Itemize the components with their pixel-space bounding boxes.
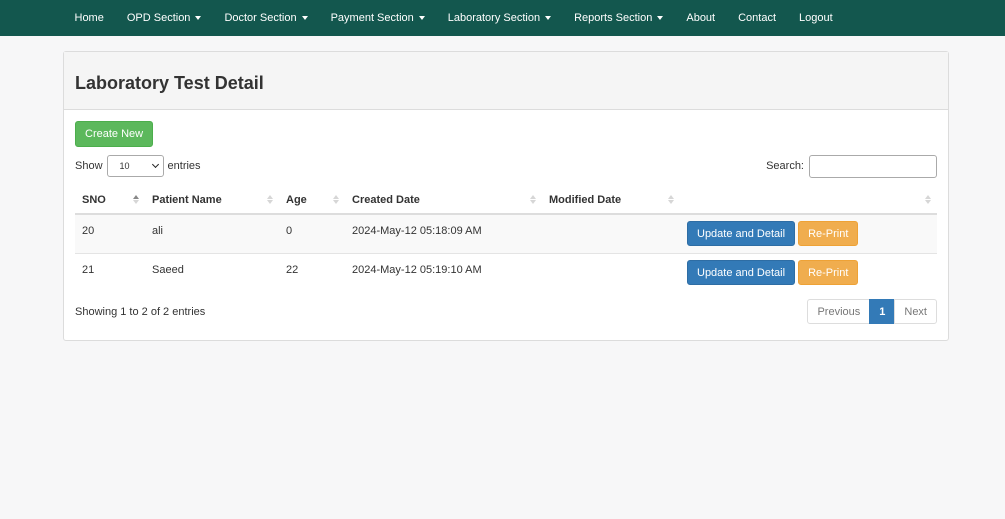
table-header-row: SNO Patient Name Age Created Date Modifi… bbox=[75, 187, 937, 215]
page-1-button[interactable]: 1 bbox=[869, 299, 896, 324]
caret-down-icon bbox=[657, 16, 664, 20]
chevron-down-icon bbox=[151, 160, 159, 169]
panel-body: Create New Show 10 entries Search: SNO P… bbox=[64, 110, 948, 324]
nav-payment-label: Payment Section bbox=[330, 12, 414, 24]
cell-sno: 20 bbox=[75, 213, 145, 253]
search-label: Search: bbox=[766, 160, 804, 172]
search-control: Search: bbox=[766, 154, 937, 178]
page-title: Laboratory Test Detail bbox=[75, 73, 264, 93]
nav-reports-section[interactable]: Reports Section bbox=[563, 0, 675, 36]
sort-icon bbox=[333, 195, 339, 204]
table-info: Showing 1 to 2 of 2 entries bbox=[75, 305, 206, 318]
nav-opd-section[interactable]: OPD Section bbox=[115, 0, 213, 36]
column-header-modified-date[interactable]: Modified Date bbox=[542, 187, 680, 215]
nav-reports-label: Reports Section bbox=[574, 12, 653, 24]
cell-sno: 21 bbox=[75, 252, 145, 292]
column-header-label: Created Date bbox=[352, 194, 420, 206]
top-navbar: Home OPD Section Doctor Section Payment … bbox=[0, 0, 1005, 36]
column-header-label: Patient Name bbox=[152, 194, 222, 206]
cell-actions: Update and Detail Re-Print bbox=[680, 213, 937, 253]
sort-icon bbox=[668, 195, 674, 204]
nav-contact-label: Contact bbox=[738, 12, 777, 24]
column-header-label: Modified Date bbox=[549, 194, 622, 206]
nav-about[interactable]: About bbox=[675, 0, 727, 36]
update-and-detail-button[interactable]: Update and Detail bbox=[687, 260, 796, 286]
nav-laboratory-label: Laboratory Section bbox=[447, 12, 541, 24]
cell-age: 0 bbox=[279, 213, 345, 253]
nav-home-label: Home bbox=[74, 12, 104, 24]
caret-down-icon bbox=[545, 16, 552, 20]
column-header-patient-name[interactable]: Patient Name bbox=[145, 187, 279, 215]
cell-modified-date bbox=[542, 213, 680, 253]
sort-icon bbox=[267, 195, 273, 204]
entries-select[interactable]: 10 bbox=[106, 155, 164, 177]
pagination: Previous 1 Next bbox=[807, 299, 937, 324]
caret-down-icon bbox=[301, 16, 308, 20]
nav-about-label: About bbox=[686, 12, 716, 24]
nav-doctor-section[interactable]: Doctor Section bbox=[213, 0, 319, 36]
column-header-sno[interactable]: SNO bbox=[75, 187, 145, 215]
table-row: 21 Saeed 22 2024-May-12 05:19:10 AM Upda… bbox=[75, 252, 937, 292]
caret-down-icon bbox=[418, 16, 425, 20]
nav-laboratory-section[interactable]: Laboratory Section bbox=[436, 0, 562, 36]
show-label: Show bbox=[75, 160, 103, 172]
caret-down-icon bbox=[195, 16, 202, 20]
cell-created-date: 2024-May-12 05:19:10 AM bbox=[345, 252, 542, 292]
sort-icon bbox=[133, 195, 139, 204]
re-print-button[interactable]: Re-Print bbox=[798, 221, 859, 247]
update-and-detail-button[interactable]: Update and Detail bbox=[687, 221, 796, 247]
nav-opd-label: OPD Section bbox=[126, 12, 191, 24]
column-header-created-date[interactable]: Created Date bbox=[345, 187, 542, 215]
cell-patient-name: ali bbox=[145, 213, 279, 253]
table-controls: Show 10 entries Search: bbox=[75, 154, 937, 178]
nav-contact[interactable]: Contact bbox=[727, 0, 788, 36]
column-header-label: Age bbox=[286, 194, 307, 206]
entries-label: entries bbox=[167, 160, 201, 172]
nav-payment-section[interactable]: Payment Section bbox=[319, 0, 436, 36]
cell-modified-date bbox=[542, 252, 680, 292]
cell-patient-name: Saeed bbox=[145, 252, 279, 292]
column-header-actions[interactable] bbox=[680, 187, 937, 215]
previous-page-button[interactable]: Previous bbox=[807, 299, 871, 324]
panel-heading: Laboratory Test Detail bbox=[64, 52, 948, 110]
table-footer: Showing 1 to 2 of 2 entries Previous 1 N… bbox=[75, 299, 937, 324]
table-row: 20 ali 0 2024-May-12 05:18:09 AM Update … bbox=[75, 213, 937, 253]
sort-icon bbox=[530, 195, 536, 204]
re-print-button[interactable]: Re-Print bbox=[798, 260, 859, 286]
sort-icon bbox=[925, 195, 931, 204]
nav-logout-label: Logout bbox=[799, 12, 833, 24]
lab-test-table: SNO Patient Name Age Created Date Modifi… bbox=[75, 187, 937, 292]
next-page-button[interactable]: Next bbox=[894, 299, 937, 324]
cell-age: 22 bbox=[279, 252, 345, 292]
entries-length-control: Show 10 entries bbox=[75, 155, 201, 177]
nav-doctor-label: Doctor Section bbox=[224, 12, 297, 24]
nav-home[interactable]: Home bbox=[63, 0, 115, 36]
search-input[interactable] bbox=[809, 154, 937, 178]
lab-test-panel: Laboratory Test Detail Create New Show 1… bbox=[63, 51, 949, 341]
entries-select-value: 10 bbox=[119, 161, 130, 171]
nav-logout[interactable]: Logout bbox=[788, 0, 845, 36]
cell-created-date: 2024-May-12 05:18:09 AM bbox=[345, 213, 542, 253]
column-header-label: SNO bbox=[82, 194, 106, 206]
column-header-age[interactable]: Age bbox=[279, 187, 345, 215]
cell-actions: Update and Detail Re-Print bbox=[680, 252, 937, 292]
create-new-button[interactable]: Create New bbox=[75, 121, 154, 147]
